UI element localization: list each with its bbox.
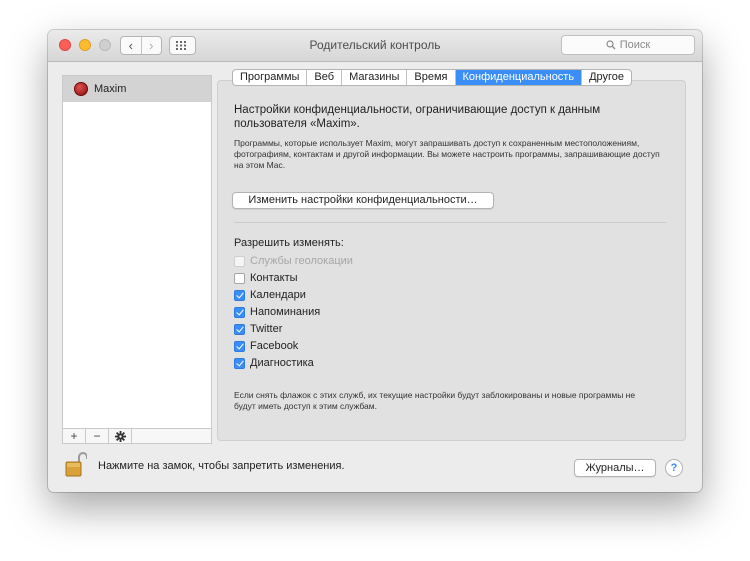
checkbox-label: Контакты	[250, 272, 298, 284]
checkbox-facebook[interactable]: Facebook	[234, 339, 298, 353]
checkbox[interactable]	[234, 255, 245, 267]
change-privacy-settings-button[interactable]: Изменить настройки конфиденциальности…	[232, 192, 494, 209]
user-avatar-icon	[74, 82, 88, 96]
privacy-description: Программы, которые использует Maxim, мог…	[234, 138, 660, 170]
search-icon	[606, 40, 616, 50]
privacy-heading: Настройки конфиденциальности, ограничива…	[234, 104, 601, 130]
tab-programs[interactable]: Программы	[233, 70, 308, 85]
user-item-maxim[interactable]: Maxim	[63, 76, 211, 102]
parental-controls-window: ‹ › Родительский контроль Поиск Maxim + …	[48, 30, 702, 492]
tab-privacy[interactable]: Конфиденциальность	[455, 70, 583, 85]
checkbox-label: Службы геолокации	[250, 255, 353, 267]
lock-icon-graphic	[65, 452, 88, 477]
privacy-footnote: Если снять флажок с этих служб, их текущ…	[234, 390, 636, 411]
allow-changes-label: Разрешить изменять:	[234, 237, 344, 249]
checkbox-label: Twitter	[250, 323, 283, 335]
title-bar: ‹ › Родительский контроль Поиск	[48, 30, 702, 62]
user-list-toolbar: + −	[62, 429, 212, 444]
checkbox-label: Напоминания	[250, 306, 321, 318]
checkbox[interactable]	[234, 289, 245, 301]
help-button[interactable]: ?	[665, 459, 683, 477]
checkbox[interactable]	[234, 272, 245, 284]
add-user-button[interactable]: +	[63, 429, 86, 443]
user-list: Maxim	[62, 75, 212, 429]
checkbox[interactable]	[234, 357, 245, 369]
gear-icon[interactable]	[109, 429, 132, 443]
checkbox-contacts[interactable]: Контакты	[234, 271, 298, 285]
logs-button[interactable]: Журналы…	[574, 459, 656, 477]
checkbox-location-services[interactable]: Службы геолокации	[234, 254, 353, 268]
checkbox[interactable]	[234, 306, 245, 318]
user-name: Maxim	[94, 83, 127, 95]
checkbox[interactable]	[234, 323, 245, 335]
checkbox-calendars[interactable]: Календари	[234, 288, 306, 302]
remove-user-button[interactable]: −	[86, 429, 109, 443]
tab-web[interactable]: Веб	[307, 70, 343, 85]
checkbox-twitter[interactable]: Twitter	[234, 322, 282, 336]
search-field[interactable]: Поиск	[561, 35, 695, 55]
tab-bar: Программы Веб Магазины Время Конфиденциа…	[232, 69, 633, 86]
tab-other[interactable]: Другое	[582, 70, 631, 85]
gear-icon-graphic	[114, 430, 126, 442]
tab-stores[interactable]: Магазины	[342, 70, 408, 85]
checkbox-label: Facebook	[250, 340, 299, 352]
checkbox-diagnostics[interactable]: Диагностика	[234, 356, 314, 370]
checkbox-label: Диагностика	[250, 357, 314, 369]
lock-status-text: Нажмите на замок, чтобы запретить измене…	[98, 460, 345, 472]
checkbox-label: Календари	[250, 289, 306, 301]
search-placeholder: Поиск	[619, 39, 651, 51]
checkbox[interactable]	[234, 340, 245, 352]
lock-icon[interactable]	[65, 451, 88, 477]
checkbox-reminders[interactable]: Напоминания	[234, 305, 320, 319]
tab-time[interactable]: Время	[407, 70, 456, 85]
divider	[234, 222, 666, 223]
